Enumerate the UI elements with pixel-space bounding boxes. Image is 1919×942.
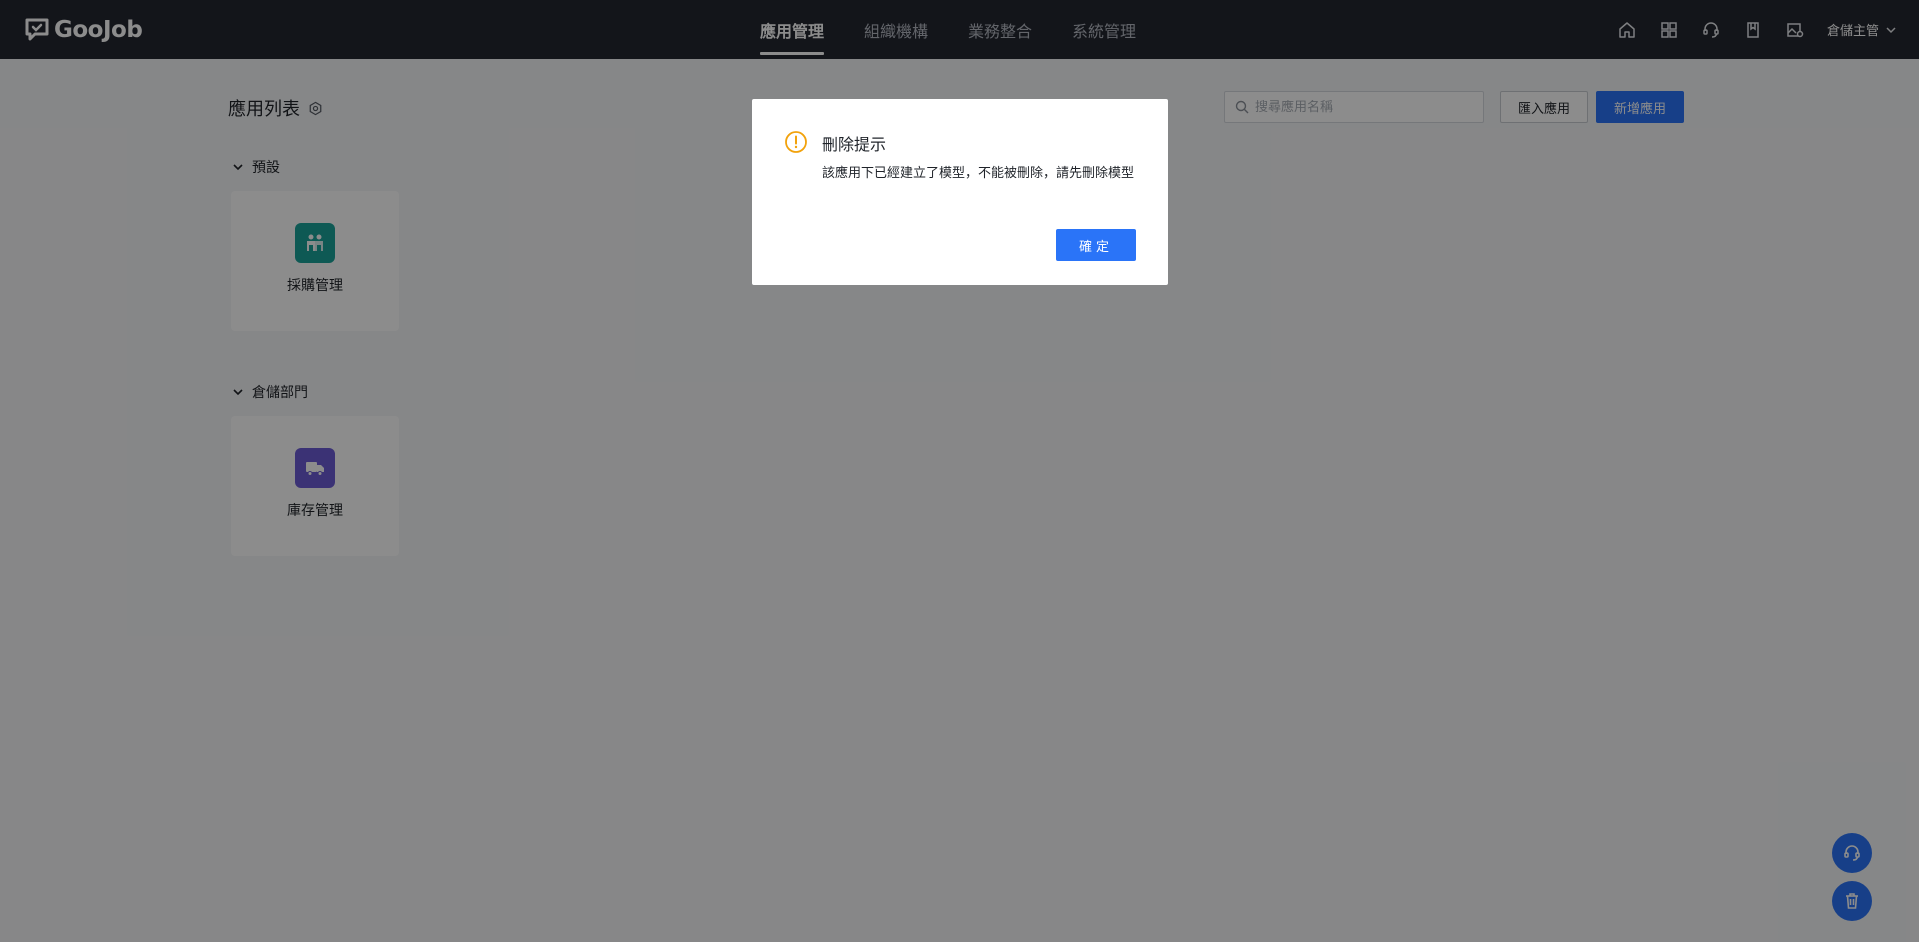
dialog-ok-button[interactable]: 確定 (1056, 229, 1136, 261)
delete-confirm-dialog: 刪除提示 該應用下已經建立了模型，不能被刪除，請先刪除模型 確定 (752, 99, 1168, 285)
dialog-title: 刪除提示 (822, 135, 887, 154)
modal-overlay[interactable]: 刪除提示 該應用下已經建立了模型，不能被刪除，請先刪除模型 確定 (0, 0, 1919, 942)
warning-icon (785, 131, 807, 153)
dialog-message: 該應用下已經建立了模型，不能被刪除，請先刪除模型 (822, 166, 1135, 181)
